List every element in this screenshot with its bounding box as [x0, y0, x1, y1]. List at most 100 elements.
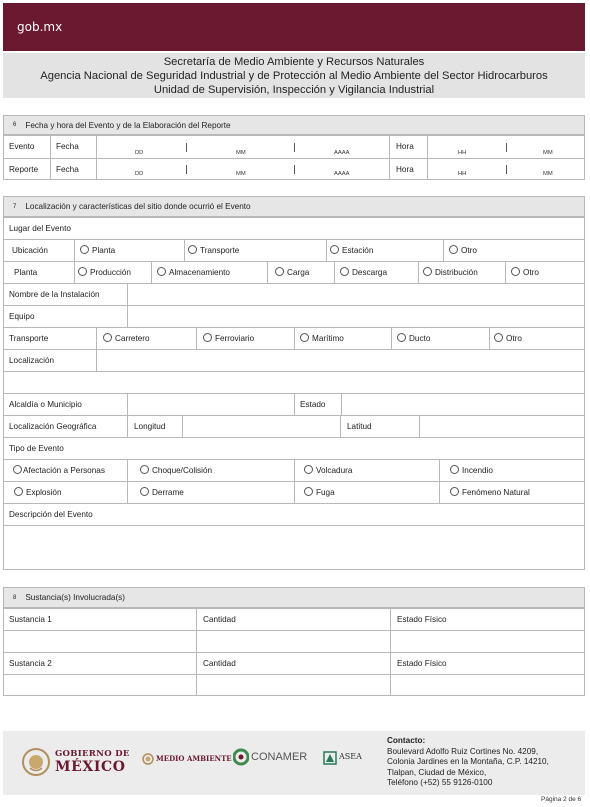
- cantidad-2-label: Cantidad: [203, 659, 236, 668]
- ubicacion-planta-radio[interactable]: Planta: [80, 245, 115, 255]
- sustancia-2-input[interactable]: [4, 675, 196, 695]
- localizacion-input-extra[interactable]: [4, 372, 584, 393]
- radio-icon: [103, 333, 112, 342]
- header-line-3: Unidad de Supervisión, Inspección y Vigi…: [153, 84, 435, 96]
- escudo-icon: [22, 748, 50, 776]
- ubicacion-otro-radio[interactable]: Otro: [449, 245, 477, 255]
- estado-fisico-1-input[interactable]: [391, 631, 584, 652]
- tipo-derrame-radio[interactable]: Derrame: [140, 487, 184, 497]
- planta-otro-radio[interactable]: Otro: [511, 267, 539, 277]
- latitud-input[interactable]: [420, 416, 584, 437]
- conamer-icon: [232, 748, 250, 766]
- gobierno-label: GOBIERNO DE: [55, 749, 130, 759]
- radio-icon: [494, 333, 503, 342]
- planta-distribucion-radio[interactable]: Distribución: [423, 267, 478, 277]
- alcaldia-input[interactable]: [128, 394, 294, 415]
- equipo-input[interactable]: [128, 306, 584, 327]
- tipo-fuga-radio[interactable]: Fuga: [304, 487, 335, 497]
- radio-icon: [423, 267, 432, 276]
- radio-icon: [511, 267, 520, 276]
- header-line-1: Secretaría de Medio Ambiente y Recursos …: [163, 56, 425, 68]
- escudo-small-icon: [142, 753, 154, 765]
- transporte-maritimo-radio[interactable]: Marítimo: [300, 333, 344, 343]
- longitud-input[interactable]: [183, 416, 340, 437]
- nombre-instalacion-label: Nombre de la Instalación: [9, 290, 100, 299]
- descripcion-input[interactable]: [4, 526, 584, 569]
- contact-line-4: Teléfono (+52) 55 9126-0100: [387, 778, 493, 788]
- contact-line-3: Tlalpan, Ciudad de México,: [387, 767, 487, 777]
- contact-line-2: Colonia Jardines en la Montaña, C.P. 142…: [387, 757, 549, 767]
- gobmx-logo[interactable]: gob.mx: [17, 20, 62, 34]
- sustancia-1-input[interactable]: [4, 631, 196, 652]
- header-line-2: Agencia Nacional de Seguridad Industrial…: [40, 70, 548, 82]
- tipo-incendio-radio[interactable]: Incendio: [450, 465, 493, 475]
- transporte-otro-radio[interactable]: Otro: [494, 333, 522, 343]
- radio-icon: [14, 487, 23, 496]
- tipo-afectacion-radio[interactable]: Afectación a Personas: [13, 465, 105, 475]
- contact-title: Contacto:: [387, 736, 426, 745]
- estado-fisico-2-label: Estado Físico: [397, 659, 447, 668]
- cantidad-2-input[interactable]: [197, 675, 390, 695]
- contact-block: Contacto: Boulevard Adolfo Ruiz Cortines…: [387, 736, 549, 789]
- longitud-label: Longitud: [134, 422, 166, 431]
- asea-icon: [323, 751, 337, 765]
- radio-icon: [80, 245, 89, 254]
- reporte-label: Reporte: [9, 165, 39, 174]
- equipo-label: Equipo: [9, 312, 35, 321]
- radio-icon: [397, 333, 406, 342]
- contact-line-1: Boulevard Adolfo Ruiz Cortines No. 4209,: [387, 746, 539, 756]
- radio-icon: [78, 267, 87, 276]
- tipo-volcadura-radio[interactable]: Volcadura: [304, 465, 352, 475]
- radio-icon: [157, 267, 166, 276]
- page-number: Página 2 de 6: [541, 796, 582, 803]
- asea-label: ASEA: [339, 752, 362, 761]
- planta-produccion-radio[interactable]: Producción: [78, 267, 131, 277]
- document-header: Secretaría de Medio Ambiente y Recursos …: [3, 53, 585, 98]
- top-bar: gob.mx: [3, 3, 585, 51]
- evento-hora-label: Hora: [396, 142, 414, 151]
- tipo-choque-radio[interactable]: Choque/Colisión: [140, 465, 212, 475]
- estado-input[interactable]: [342, 394, 584, 415]
- sustancia-1-label: Sustancia 1: [9, 615, 52, 624]
- medio-ambiente-label: MEDIO AMBIENTE: [156, 754, 232, 763]
- section-sustancias-title: 8 Sustancia(s) Involucrada(s): [3, 587, 585, 608]
- transporte-ducto-radio[interactable]: Ducto: [397, 333, 430, 343]
- evento-label: Evento: [9, 142, 35, 151]
- radio-icon: [140, 465, 149, 474]
- conamer-label: CONAMER: [251, 751, 308, 763]
- gobierno-mexico-logo: [21, 746, 51, 783]
- section-fecha-hora-title: 6 Fecha y hora del Evento y de la Elabor…: [3, 115, 585, 135]
- radio-icon: [203, 333, 212, 342]
- estado-label: Estado: [300, 400, 326, 409]
- cantidad-1-label: Cantidad: [203, 615, 236, 624]
- radio-icon: [275, 267, 284, 276]
- transporte-ferroviario-radio[interactable]: Ferroviario: [203, 333, 254, 343]
- ubicacion-estacion-radio[interactable]: Estación: [330, 245, 373, 255]
- reporte-fecha-label: Fecha: [56, 165, 79, 174]
- transporte-carretero-radio[interactable]: Carretero: [103, 333, 150, 343]
- tipo-fenomeno-radio[interactable]: Fenómeno Natural: [450, 487, 530, 497]
- transporte-label: Transporte: [9, 334, 49, 343]
- ubicacion-transporte-radio[interactable]: Transporte: [188, 245, 239, 255]
- mexico-label: MÉXICO: [55, 759, 126, 775]
- planta-label: Planta: [14, 268, 38, 277]
- localizacion-input[interactable]: [97, 350, 584, 371]
- section-localizacion-title: 7 Localización y características del sit…: [3, 196, 585, 217]
- sustancia-2-label: Sustancia 2: [9, 659, 52, 668]
- radio-icon: [450, 465, 459, 474]
- planta-carga-radio[interactable]: Carga: [275, 267, 309, 277]
- radio-icon: [449, 245, 458, 254]
- cantidad-1-input[interactable]: [197, 631, 390, 652]
- tipo-explosion-radio[interactable]: Explosión: [14, 487, 62, 497]
- estado-fisico-2-input[interactable]: [391, 675, 584, 695]
- planta-descarga-radio[interactable]: Descarga: [340, 267, 387, 277]
- planta-almacenamiento-radio[interactable]: Almacenamiento: [157, 267, 230, 277]
- radio-icon: [330, 245, 339, 254]
- nombre-instalacion-input[interactable]: [128, 284, 584, 305]
- ubicacion-label: Ubicación: [12, 246, 48, 255]
- descripcion-label: Descripción del Evento: [9, 510, 93, 519]
- semarnat-logo: [142, 751, 154, 772]
- asea-logo: [323, 751, 337, 770]
- alcaldia-label: Alcaldía o Municipio: [9, 400, 82, 409]
- radio-icon: [340, 267, 349, 276]
